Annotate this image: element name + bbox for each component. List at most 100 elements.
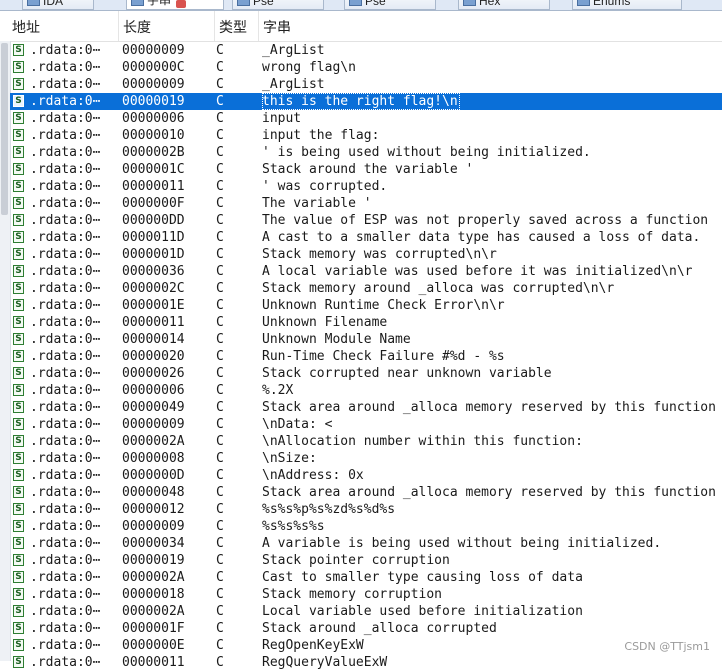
- table-row[interactable]: S .rdata:0⋯ 0000001D C Stack memory was corr…: [10, 246, 722, 263]
- string-item-icon: S: [13, 554, 24, 566]
- table-row[interactable]: S .rdata:0⋯ 00000011 C RegQueryValueExW: [10, 654, 722, 671]
- address-cell: .rdata:0⋯: [30, 332, 101, 347]
- length-cell: 0000002A: [122, 434, 185, 449]
- table-row[interactable]: S .rdata:0⋯ 0000011D C A cast to a smaller d…: [10, 229, 722, 246]
- string-cell: ' was corrupted.: [262, 179, 388, 194]
- string-item-icon: S: [13, 299, 24, 311]
- table-row[interactable]: S .rdata:0⋯ 00000049 C Stack area around _al…: [10, 399, 722, 416]
- string-cell: Cast to smaller type causing loss of dat…: [262, 570, 583, 585]
- type-cell: C: [216, 213, 224, 228]
- column-string[interactable]: 字串: [258, 11, 722, 41]
- scrollbar-thumb[interactable]: [1, 43, 8, 215]
- length-cell: 0000002C: [122, 281, 185, 296]
- table-row[interactable]: S .rdata:0⋯ 00000019 C Stack pointer corrupt…: [10, 552, 722, 569]
- table-row[interactable]: S .rdata:0⋯ 0000001E C Unknown Runtime Check…: [10, 297, 722, 314]
- string-cell: Stack corrupted near unknown variable: [262, 366, 552, 381]
- tab-hex[interactable]: Hex: [458, 0, 550, 10]
- table-row[interactable]: S .rdata:0⋯ 00000006 C %.2X: [10, 382, 722, 399]
- column-address[interactable]: 地址: [8, 11, 118, 41]
- table-row[interactable]: S .rdata:0⋯ 0000002A C \nAllocation number w…: [10, 433, 722, 450]
- length-cell: 0000001C: [122, 162, 185, 177]
- column-header: 地址 长度 类型 字串: [0, 11, 722, 42]
- string-item-icon: S: [13, 180, 24, 192]
- string-item-icon: S: [13, 282, 24, 294]
- length-cell: 0000001E: [122, 298, 185, 313]
- string-cell: input: [262, 111, 302, 126]
- string-cell: ' is being used without being initialize…: [262, 145, 591, 160]
- table-row[interactable]: S .rdata:0⋯ 00000010 Cinput the flag:: [10, 127, 722, 144]
- table-row[interactable]: S .rdata:0⋯ 0000001C C Stack around the vari…: [10, 161, 722, 178]
- table-row[interactable]: S .rdata:0⋯ 000000DD C The value of ESP was …: [10, 212, 722, 229]
- table-row[interactable]: S .rdata:0⋯ 0000000E C RegOpenKeyExW: [10, 637, 722, 654]
- view-icon: [131, 0, 144, 6]
- table-row[interactable]: S .rdata:0⋯ 00000009 C _ArgList: [10, 76, 722, 93]
- string-cell: A cast to a smaller data type has caused…: [262, 230, 701, 245]
- address-cell: .rdata:0⋯: [30, 519, 101, 534]
- view-icon: [577, 0, 590, 6]
- string-cell: input the flag:: [262, 128, 380, 143]
- type-cell: C: [216, 264, 224, 279]
- table-row[interactable]: S .rdata:0⋯ 00000012 C %s%s%p%s%zd%s%d%s: [10, 501, 722, 518]
- string-cell: Stack memory around _alloca was corrupte…: [262, 281, 615, 296]
- address-cell: .rdata:0⋯: [30, 179, 101, 194]
- string-cell: \nSize:: [262, 451, 317, 466]
- table-row[interactable]: S .rdata:0⋯ 0000002B C ' is being used witho…: [10, 144, 722, 161]
- strings-list: S .rdata:0⋯ 00000009 C _ArgList S .rdata:0⋯ 000…: [10, 42, 722, 671]
- table-row[interactable]: S .rdata:0⋯ 00000034 C A variable is being u…: [10, 535, 722, 552]
- length-cell: 00000026: [122, 366, 185, 381]
- type-cell: C: [216, 519, 224, 534]
- address-cell: .rdata:0⋯: [30, 128, 101, 143]
- address-cell: .rdata:0⋯: [30, 434, 101, 449]
- length-cell: 00000009: [122, 417, 185, 432]
- type-cell: C: [216, 553, 224, 568]
- type-cell: C: [216, 655, 224, 670]
- table-row[interactable]: S .rdata:0⋯ 00000009 C %s%s%s%s: [10, 518, 722, 535]
- address-cell: .rdata:0⋯: [30, 638, 101, 653]
- tab-enums[interactable]: Enums: [572, 0, 682, 10]
- table-row[interactable]: S .rdata:0⋯ 0000000F C The variable ': [10, 195, 722, 212]
- table-row[interactable]: S .rdata:0⋯ 00000008 C \nSize:: [10, 450, 722, 467]
- length-cell: 00000010: [122, 128, 185, 143]
- type-cell: C: [216, 468, 224, 483]
- string-item-icon: S: [13, 571, 24, 583]
- table-row[interactable]: S .rdata:0⋯ 0000000D C \nAddress: 0x: [10, 467, 722, 484]
- length-cell: 0000000D: [122, 468, 185, 483]
- type-cell: C: [216, 349, 224, 364]
- type-cell: C: [216, 621, 224, 636]
- length-cell: 0000000F: [122, 196, 185, 211]
- table-row[interactable]: S .rdata:0⋯ 0000000C Cwrong flag\n: [10, 59, 722, 76]
- tab-strings[interactable]: 字串: [126, 0, 224, 10]
- table-row[interactable]: S .rdata:0⋯ 00000011 C Unknown Filename: [10, 314, 722, 331]
- table-row[interactable]: S .rdata:0⋯ 00000018 C Stack memory corrupti…: [10, 586, 722, 603]
- string-item-icon: S: [13, 248, 24, 260]
- address-cell: .rdata:0⋯: [30, 587, 101, 602]
- length-cell: 000000DD: [122, 213, 185, 228]
- tab-ida[interactable]: IDA: [22, 0, 94, 10]
- table-row[interactable]: S .rdata:0⋯ 00000026 C Stack corrupted near …: [10, 365, 722, 382]
- string-item-icon: S: [13, 605, 24, 617]
- close-icon[interactable]: [176, 0, 187, 8]
- table-row[interactable]: S .rdata:0⋯ 00000009 C _ArgList: [10, 42, 722, 59]
- tab-label: Pse: [365, 0, 386, 8]
- column-length[interactable]: 长度: [118, 11, 214, 41]
- table-row[interactable]: S .rdata:0⋯ 00000048 C Stack area around _al…: [10, 484, 722, 501]
- table-row-selected[interactable]: S .rdata:0⋯ 00000019 Cthis is the right fla…: [10, 93, 722, 110]
- string-cell: Stack area around _alloca memory reserve…: [262, 485, 716, 500]
- table-row[interactable]: S .rdata:0⋯ 00000020 C Run-Time Check Failur…: [10, 348, 722, 365]
- tab-pseudocode-b[interactable]: Pse: [344, 0, 436, 10]
- table-row[interactable]: S .rdata:0⋯ 00000036 C A local variable was …: [10, 263, 722, 280]
- type-cell: C: [216, 94, 224, 109]
- table-row[interactable]: S .rdata:0⋯ 00000014 C Unknown Module Name: [10, 331, 722, 348]
- table-row[interactable]: S .rdata:0⋯ 0000002A C Cast to smaller type …: [10, 569, 722, 586]
- type-cell: C: [216, 230, 224, 245]
- table-row[interactable]: S .rdata:0⋯ 00000006 Cinput: [10, 110, 722, 127]
- table-row[interactable]: S .rdata:0⋯ 0000001F C Stack around _alloca …: [10, 620, 722, 637]
- column-type[interactable]: 类型: [214, 11, 258, 41]
- tab-pseudocode-a[interactable]: Pse: [232, 0, 324, 10]
- table-row[interactable]: S .rdata:0⋯ 0000002C C Stack memory around _…: [10, 280, 722, 297]
- table-row[interactable]: S .rdata:0⋯ 0000002A C Local variable used b…: [10, 603, 722, 620]
- table-row[interactable]: S .rdata:0⋯ 00000009 C \nData: <: [10, 416, 722, 433]
- type-cell: C: [216, 400, 224, 415]
- table-row[interactable]: S .rdata:0⋯ 00000011 C ' was corrupted.: [10, 178, 722, 195]
- type-cell: C: [216, 43, 224, 58]
